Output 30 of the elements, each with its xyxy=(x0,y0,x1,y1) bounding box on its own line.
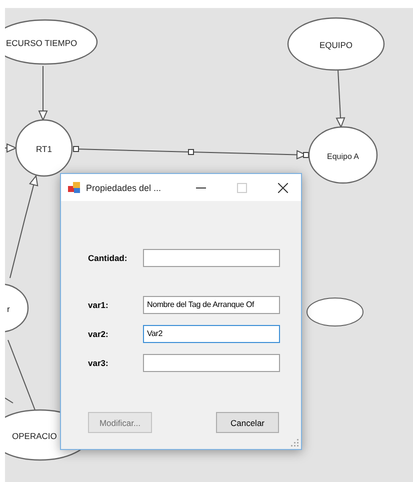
field-label: var2: xyxy=(88,328,110,338)
node-ellipse[interactable] xyxy=(15,119,73,177)
resize-grip-icon[interactable] xyxy=(291,439,299,447)
close-icon[interactable] xyxy=(278,182,288,192)
connection-handle[interactable] xyxy=(188,149,194,155)
connector-arrow xyxy=(336,70,346,128)
connector-arrow xyxy=(38,66,48,122)
node-label: OPERACIO xyxy=(12,431,57,441)
node-label: EQUIPO xyxy=(319,40,353,50)
input-field[interactable]: Var2 xyxy=(143,324,280,342)
input-field[interactable] xyxy=(143,354,280,372)
minimize-icon[interactable] xyxy=(196,186,206,188)
window-title: Propiedades del ... xyxy=(86,182,162,192)
connection-handle[interactable] xyxy=(303,152,309,158)
input-field[interactable]: Nombre del Tag de Arranque Of xyxy=(143,296,280,314)
field-label: var1: xyxy=(88,300,110,310)
node-label: RT1 xyxy=(36,144,52,154)
node-label: r xyxy=(7,304,10,314)
node-label: ECURSO TIEMPO xyxy=(6,38,78,48)
node-ellipse[interactable] xyxy=(308,126,378,184)
connector-arrow xyxy=(5,143,18,153)
input-field[interactable] xyxy=(143,248,280,266)
node-ellipse[interactable] xyxy=(306,298,364,326)
field-label: Cantidad: xyxy=(88,252,128,262)
field-label: var3: xyxy=(88,358,110,368)
node-ellipse[interactable] xyxy=(287,17,385,71)
dialog-button[interactable]: Cancelar xyxy=(216,412,279,433)
connection-handle[interactable] xyxy=(73,146,79,152)
node-label: Equipo A xyxy=(326,152,360,161)
app-icon xyxy=(68,182,81,194)
